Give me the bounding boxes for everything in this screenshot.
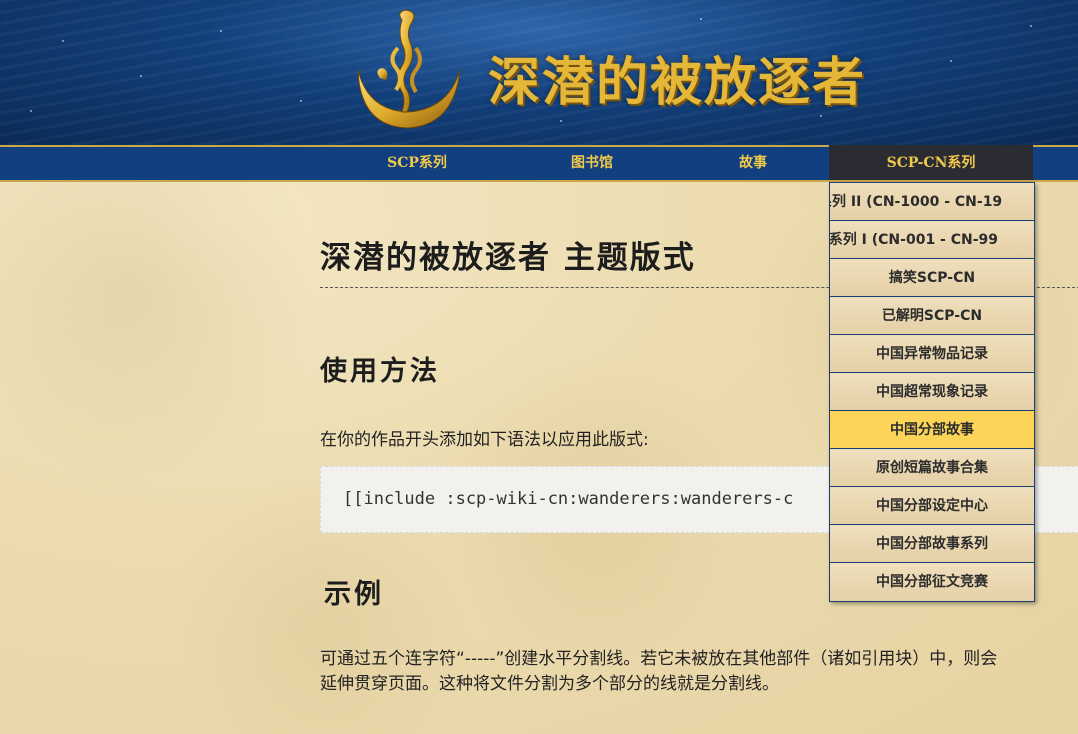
dropdown-item-series-2[interactable]: 系列 II (CN-1000 - CN-19 (830, 183, 1034, 221)
site-header: 深潜的被放逐者 (0, 0, 1078, 145)
nav-scp-series[interactable]: SCP系列 (362, 147, 472, 180)
main-navbar: SCP系列 图书馆 故事 SCP-CN系列 (0, 145, 1078, 182)
dropdown-item-cn-stories[interactable]: 中国分部故事 (830, 411, 1034, 449)
site-title: 深潜的被放逐者 (488, 52, 867, 113)
nav-scp-cn-series[interactable]: SCP-CN系列 (829, 145, 1033, 180)
anchor-serpent-logo-icon[interactable] (350, 8, 465, 133)
dropdown-item-joke-scp-cn[interactable]: 搞笑SCP-CN (830, 259, 1034, 297)
code-text[interactable]: [[include :scp-wiki-cn:wanderers:wandere… (343, 489, 793, 509)
example-line-2: 延伸贯穿页面。这种将文件分割为多个部分的线就是分割线。 (320, 674, 779, 694)
usage-heading: 使用方法 (320, 356, 440, 387)
dropdown-item-canon-hub[interactable]: 中国分部设定中心 (830, 487, 1034, 525)
example-paragraph: 可通过五个连字符“-----”创建水平分割线。若它未被放在其他部件（诸如引用块）… (320, 647, 1078, 697)
dropdown-item-series-1[interactable]: l系列 I (CN-001 - CN-99 (830, 221, 1034, 259)
dropdown-item-anomalous-items[interactable]: 中国异常物品记录 (830, 335, 1034, 373)
scp-cn-dropdown-menu: 系列 II (CN-1000 - CN-19 l系列 I (CN-001 - C… (829, 182, 1035, 602)
nav-library[interactable]: 图书馆 (537, 147, 647, 180)
usage-text: 在你的作品开头添加如下语法以应用此版式: (320, 430, 649, 450)
dropdown-item-short-stories[interactable]: 原创短篇故事合集 (830, 449, 1034, 487)
example-heading: 示例 (324, 579, 384, 610)
dropdown-item-story-series[interactable]: 中国分部故事系列 (830, 525, 1034, 563)
example-line-1: 可通过五个连字符“-----”创建水平分割线。若它未被放在其他部件（诸如引用块）… (320, 649, 998, 669)
dropdown-item-contests[interactable]: 中国分部征文竞赛 (830, 563, 1034, 601)
dropdown-item-extranormal-events[interactable]: 中国超常现象记录 (830, 373, 1034, 411)
dropdown-item-explained-scp-cn[interactable]: 已解明SCP-CN (830, 297, 1034, 335)
nav-stories[interactable]: 故事 (698, 147, 808, 180)
